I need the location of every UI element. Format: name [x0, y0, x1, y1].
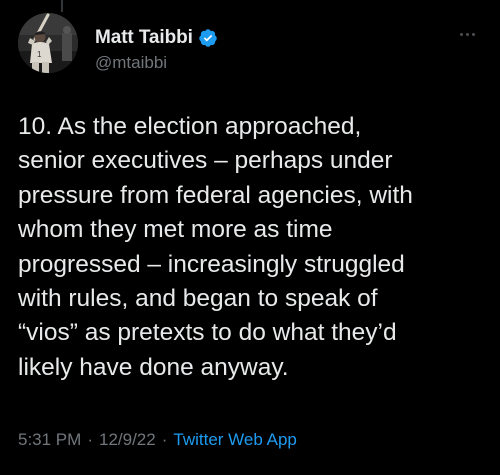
tweet-metadata: 5:31 PM · 12/9/22 · Twitter Web App: [18, 430, 297, 450]
tweet-card: 1 Matt Taibbi @mtaibbi 10. As the electi…: [0, 0, 500, 475]
thread-connector-line: [61, 0, 63, 12]
more-options-icon[interactable]: [454, 24, 480, 44]
tweet-source-link[interactable]: Twitter Web App: [173, 430, 296, 450]
more-dot: [465, 32, 469, 36]
author-handle[interactable]: @mtaibbi: [95, 53, 167, 73]
svg-text:1: 1: [37, 50, 42, 59]
tweet-date[interactable]: 12/9/22: [99, 430, 156, 450]
more-dot: [459, 32, 463, 36]
more-dot: [471, 32, 475, 36]
tweet-time[interactable]: 5:31 PM: [18, 430, 81, 450]
author-name-row: Matt Taibbi: [95, 27, 218, 49]
meta-separator: ·: [87, 430, 93, 449]
baseball-player-avatar-icon: 1: [18, 13, 78, 73]
tweet-text: 10. As the election approached, senior e…: [18, 113, 413, 381]
author-display-name[interactable]: Matt Taibbi: [95, 27, 193, 49]
avatar[interactable]: 1: [18, 13, 78, 73]
verified-badge-icon[interactable]: [198, 28, 218, 48]
meta-separator: ·: [161, 430, 168, 449]
